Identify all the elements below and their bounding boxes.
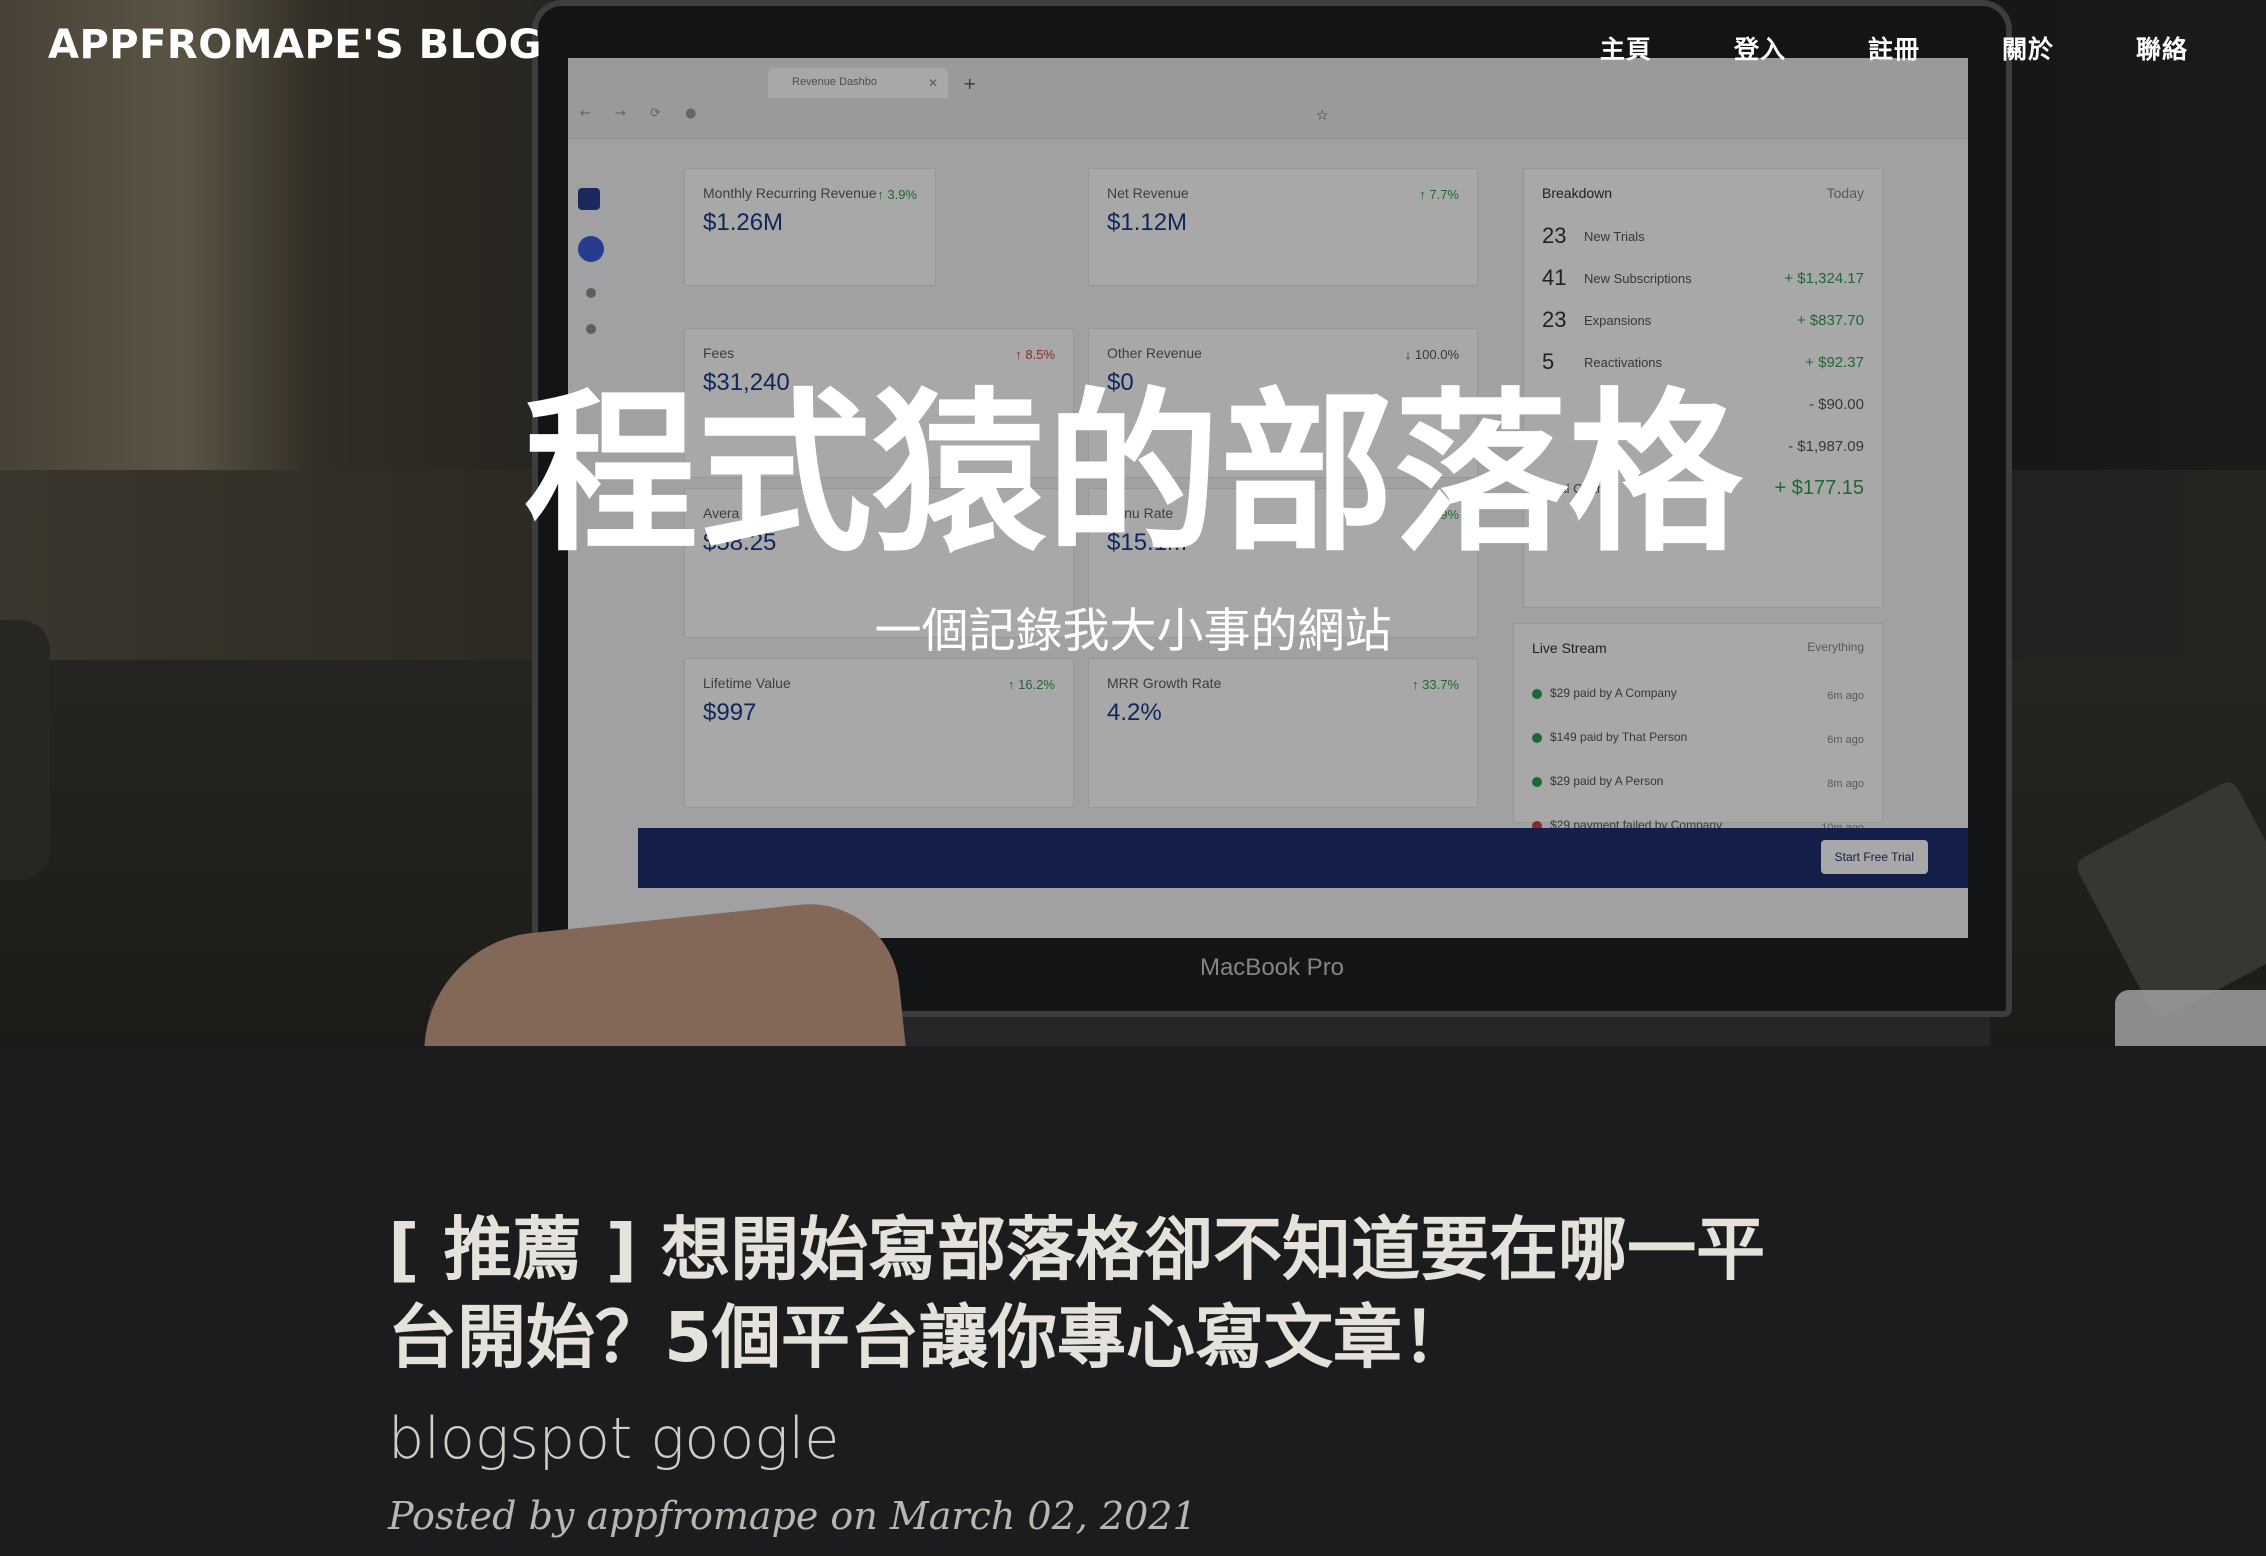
blog-brand-link[interactable]: APPFROMAPE'S BLOG [48, 22, 542, 68]
nav-contact[interactable]: 聯絡 [2136, 30, 2188, 66]
post-subtitle: blogspot google [388, 1406, 840, 1472]
site-title: 程式猿的部落格 [523, 373, 1742, 576]
post-preview[interactable]: [ 推薦 ] 想開始寫部落格卻不知道要在哪一平台開始？5個平台讓你專心寫文章！ … [388, 1206, 1808, 1538]
site-subtitle: 一個記錄我大小事的網站 [874, 604, 1392, 659]
nav-about[interactable]: 關於 [2002, 30, 2054, 66]
nav-register[interactable]: 註冊 [1868, 30, 1920, 66]
hero-header: Revenue Dashbo ✕ + ← → ⟳ ● ☆ Monthly Rec… [0, 0, 2266, 1046]
nav-login[interactable]: 登入 [1734, 30, 1786, 66]
main-nav: 主頁 登入 註冊 關於 聯絡 [1600, 30, 2188, 66]
nav-home[interactable]: 主頁 [1600, 30, 1652, 66]
post-meta: Posted by appfromape on March 02, 2021 [388, 1494, 1197, 1538]
post-title[interactable]: [ 推薦 ] 想開始寫部落格卻不知道要在哪一平台開始？5個平台讓你專心寫文章！ [388, 1206, 1808, 1382]
